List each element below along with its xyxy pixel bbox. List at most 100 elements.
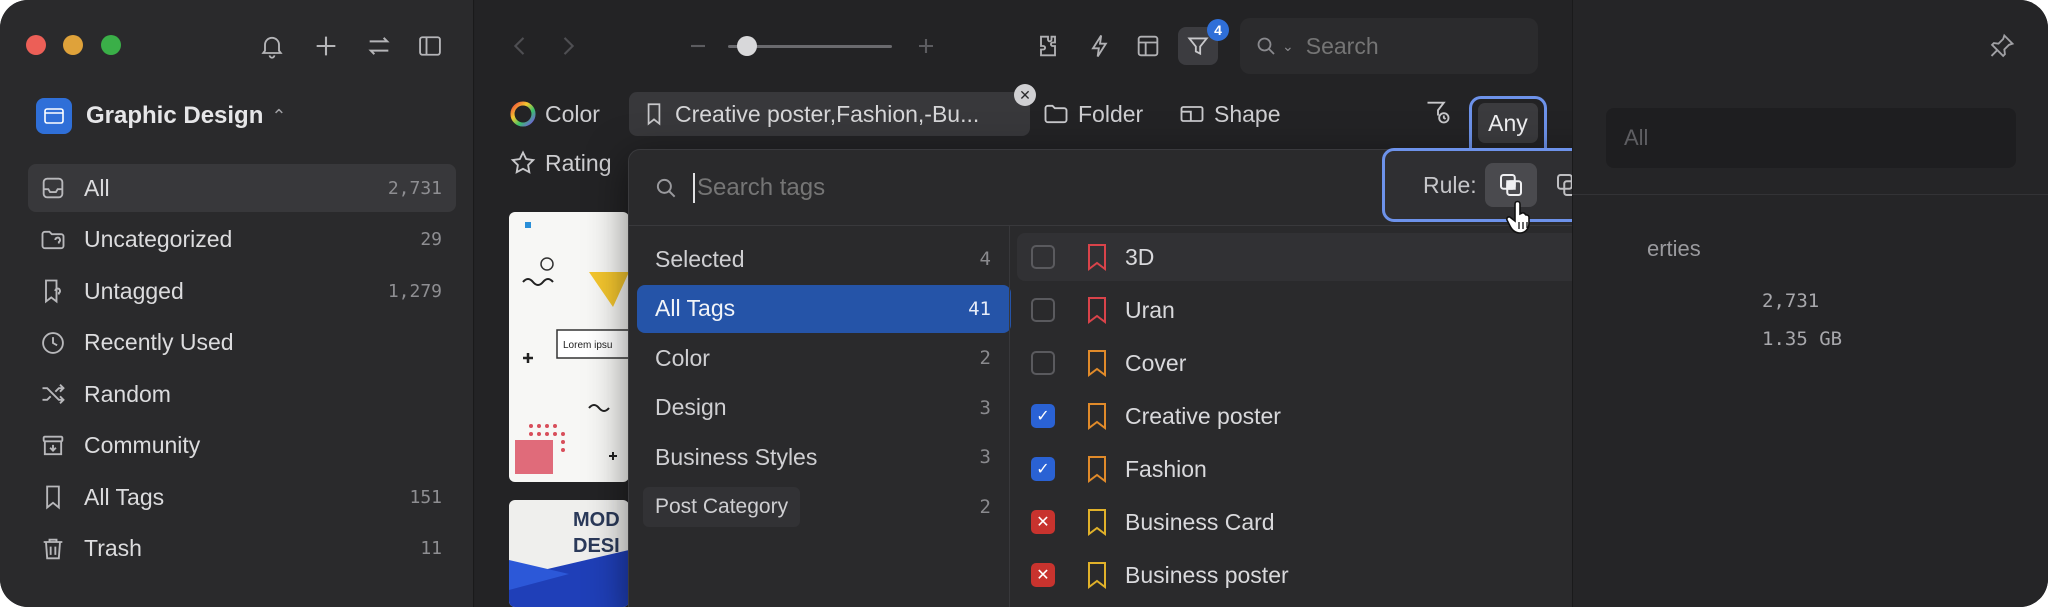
sidebar-item-label: Random [84,380,171,407]
minimize-window-button[interactable] [63,35,83,55]
plus-icon[interactable] [310,30,342,62]
puzzle-icon[interactable] [1034,32,1062,65]
trash-icon [38,534,68,564]
sidebar-item-recently-used[interactable]: Recently Used [28,319,456,367]
shape-filter[interactable]: Shape [1178,92,1281,136]
tag-category-all-tags[interactable]: All Tags 41 [637,284,1011,333]
tag-category-design[interactable]: Design 3 [637,384,1011,432]
tag-label: Cover [1125,349,1187,376]
sidebar-item-all-tags[interactable]: All Tags 151 [28,473,456,521]
tag-row-fashion[interactable]: ✓ Fashion 280 [1017,445,1643,493]
filter-history-icon[interactable] [1424,98,1452,131]
tag-category-business-styles[interactable]: Business Styles 3 [637,433,1011,481]
sidebar-item-untagged[interactable]: Untagged 1,279 [28,267,456,315]
zoom-out-icon[interactable] [684,32,712,65]
inspector-name-field[interactable]: All [1606,108,2016,168]
tag-category-color[interactable]: Color 2 [637,334,1011,382]
tag-row-business-card[interactable]: ✕ Business Card 44 [1017,498,1643,546]
zoom-window-button[interactable] [101,35,121,55]
tag-checkbox-checked[interactable]: ✓ [1031,404,1055,428]
library-switcher[interactable]: Graphic Design ⌃ [36,98,286,134]
sidebar: Graphic Design ⌃ All 2,731 Uncategorized… [0,0,474,607]
download-box-icon [38,431,68,461]
tag-label: 3D [1125,243,1155,270]
tag-row-business-poster[interactable]: ✕ Business poster 6 [1017,551,1643,599]
library-name: Graphic Design [86,102,264,129]
sidebar-toggle-icon[interactable] [414,30,446,62]
zoom-in-icon[interactable] [912,32,940,65]
tag-category-count: 41 [968,297,991,320]
rating-filter[interactable]: Rating [509,141,611,185]
rating-filter-label: Rating [545,149,612,176]
pin-icon[interactable] [1988,32,2016,65]
tag-row-3d[interactable]: 3D 27 [1017,233,1643,281]
sidebar-item-random[interactable]: Random [28,370,456,418]
tag-category-post-category[interactable]: Post Category 2 [637,483,1011,531]
tag-list: 3D 27 Uran 13 Cover 29 ✓ Creative poster… [1017,233,1643,604]
back-arrow-icon[interactable] [506,32,534,65]
library-icon [36,98,72,134]
tag-row-uran[interactable]: Uran 13 [1017,286,1643,334]
asset-thumbnail[interactable]: Lorem ipsu [509,212,629,482]
sidebar-item-count: 2,731 [387,177,442,199]
sidebar-item-count: 29 [420,229,442,250]
tag-checkbox[interactable] [1031,245,1055,269]
shuffle-icon [38,379,68,409]
tag-label: Business poster [1125,561,1289,588]
sidebar-item-all[interactable]: All 2,731 [28,164,456,212]
layout-icon[interactable] [1134,32,1162,65]
clock-icon [38,328,68,358]
app-window: Graphic Design ⌃ All 2,731 Uncategorized… [0,0,2048,607]
tag-checkbox[interactable] [1031,351,1055,375]
tag-label: Creative poster [1125,402,1281,429]
sidebar-item-community[interactable]: Community [28,422,456,470]
tags-filter-label: Creative poster,Fashion,-Bu... [675,100,980,127]
thumbnail-text: DESI [573,535,620,557]
tag-category-label: Business Styles [655,443,818,470]
sidebar-item-label: Community [84,432,201,458]
chevron-updown-icon: ⌃ [271,105,287,126]
match-mode-button[interactable]: Any [1478,103,1538,143]
tag-category-label: Design [655,394,727,421]
sidebar-item-label: All [84,174,110,201]
tag-row-creative-poster[interactable]: ✓ Creative poster 5 [1017,392,1643,440]
forward-arrow-icon[interactable] [554,32,582,65]
close-window-button[interactable] [26,35,46,55]
bell-icon[interactable] [256,30,288,62]
asset-thumbnail[interactable]: MOD DESI [509,500,629,607]
tag-label: Business Card [1125,508,1275,535]
tag-label: Uran [1125,296,1175,323]
tag-checkbox-excluded[interactable]: ✕ [1031,563,1055,587]
sidebar-item-uncategorized[interactable]: Uncategorized 29 [28,216,456,264]
tag-checkbox-excluded[interactable]: ✕ [1031,510,1055,534]
sidebar-item-label: Uncategorized [84,226,233,252]
bookmark-icon [1085,561,1109,589]
search-box[interactable]: ⌄ [1240,18,1538,74]
bookmark-icon [1085,243,1109,271]
tag-category-selected[interactable]: Selected 4 [637,235,1011,283]
filter-count-badge: 4 [1207,19,1229,41]
sync-arrows-icon[interactable] [363,30,395,62]
hand-pointer-icon [1506,200,1530,234]
tags-filter-chip[interactable]: Creative poster,Fashion,-Bu... [629,92,1030,136]
search-icon [1257,37,1275,55]
sidebar-item-label: Untagged [84,277,184,304]
search-input[interactable] [1305,32,1486,60]
tag-search-input[interactable] [693,172,1093,203]
color-filter[interactable]: Color [509,92,600,136]
tag-row-cover[interactable]: Cover 29 [1017,339,1643,387]
sidebar-item-trash[interactable]: Trash 11 [28,525,456,573]
tag-category-label: Color [655,344,710,371]
tag-checkbox[interactable] [1031,298,1055,322]
tag-checkbox-checked[interactable]: ✓ [1031,457,1055,481]
rule-label: Rule: [1423,171,1477,198]
folder-question-icon [38,225,68,255]
funnel-icon [1187,37,1209,56]
clear-tags-filter-button[interactable]: ✕ [1014,84,1036,106]
lightning-icon[interactable] [1086,32,1114,65]
file-count-value: 2,731 [1762,290,1820,312]
bookmark-icon [1085,455,1109,483]
tag-question-icon [38,276,68,306]
folder-filter[interactable]: Folder [1042,92,1143,136]
slider-handle[interactable] [737,36,757,56]
